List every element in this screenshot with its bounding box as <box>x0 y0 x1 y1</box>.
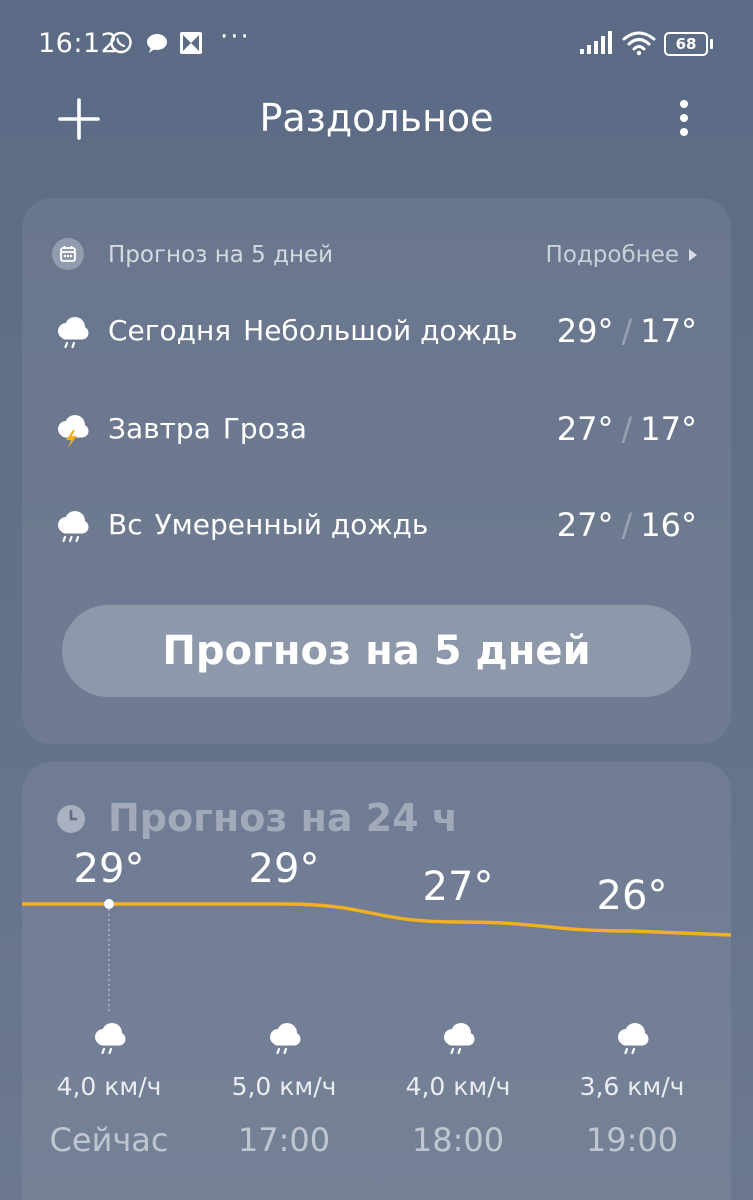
hour-wind-speed: 4,0 км/ч <box>405 1072 511 1101</box>
day-high-temp: 29° <box>556 312 614 350</box>
day-row-sunday[interactable]: Вс Умеренный дождь 27°/16° <box>22 496 731 556</box>
day-high-temp: 27° <box>556 410 614 448</box>
hour-wind-speed: 4,0 км/ч <box>56 1072 162 1101</box>
day-name: Сегодня <box>108 314 232 347</box>
current-temp-marker <box>104 899 114 909</box>
app-notification-icon <box>180 32 202 54</box>
day-low-temp: 16° <box>640 506 697 544</box>
hour-time: 19:00 <box>585 1121 679 1159</box>
details-link[interactable]: Подробнее <box>546 242 697 268</box>
day-condition: Небольшой дождь <box>243 314 518 347</box>
status-time: 16:12 <box>38 28 119 59</box>
hour-wind-speed: 3,6 км/ч <box>579 1072 685 1101</box>
hour-column-1900[interactable]: 3,6 км/ч 19:00 <box>547 1018 717 1159</box>
day-low-temp: 17° <box>640 410 697 448</box>
temp-separator: / <box>621 506 633 544</box>
day-high-temp: 27° <box>556 506 614 544</box>
battery-indicator: 68 <box>664 32 713 56</box>
hour-time: 18:00 <box>411 1121 505 1159</box>
day-name: Вс <box>108 508 143 541</box>
calendar-icon <box>52 238 84 270</box>
play-arrow-icon <box>689 249 697 261</box>
hour-temp-label: 26° <box>596 873 668 919</box>
more-notifications-indicator: ··· <box>220 22 251 52</box>
city-title: Раздольное <box>259 96 494 140</box>
wifi-icon <box>622 31 656 56</box>
hour-temp-label: 29° <box>73 846 145 892</box>
forecast-5day-title: Прогноз на 5 дней <box>108 242 334 268</box>
day-row-today[interactable]: Сегодня Небольшой дождь 29°/17° <box>22 302 731 362</box>
status-bar: 16:12 ··· 68 <box>0 0 753 88</box>
forecast-5day-button[interactable]: Прогноз на 5 дней <box>62 605 691 697</box>
rain-icon <box>612 1018 652 1058</box>
hour-wind-speed: 5,0 км/ч <box>231 1072 337 1101</box>
hour-column-now[interactable]: 4,0 км/ч Сейчас <box>24 1018 194 1159</box>
hour-column-1700[interactable]: 5,0 км/ч 17:00 <box>199 1018 369 1159</box>
details-link-label: Подробнее <box>545 242 679 268</box>
thunderstorm-icon <box>52 410 92 450</box>
more-options-button[interactable] <box>668 96 700 142</box>
hour-time: 17:00 <box>237 1121 331 1159</box>
day-low-temp: 17° <box>640 312 697 350</box>
day-condition: Гроза <box>222 412 307 445</box>
hour-time: Сейчас <box>49 1121 169 1159</box>
hour-temp-label: 27° <box>422 864 494 910</box>
forecast-24h-card: Прогноз на 24 ч 29° 29° 27° 26° 4,0 км/ч… <box>22 762 731 1200</box>
moderate-rain-icon <box>52 506 92 546</box>
battery-level: 68 <box>675 35 697 53</box>
forecast-5day-card: Прогноз на 5 дней Подробнее Сегодня Небол… <box>22 198 731 744</box>
hour-column-1800[interactable]: 4,0 км/ч 18:00 <box>373 1018 543 1159</box>
light-rain-icon <box>52 312 92 352</box>
rain-icon <box>89 1018 129 1058</box>
day-row-tomorrow[interactable]: Завтра Гроза 27°/17° <box>22 400 731 460</box>
vertical-dots-icon <box>680 100 688 136</box>
hour-temp-label: 29° <box>248 846 320 892</box>
chat-bubble-icon <box>147 34 167 53</box>
signal-strength-icon <box>580 31 612 54</box>
day-condition: Умеренный дождь <box>154 508 429 541</box>
temp-separator: / <box>621 410 633 448</box>
day-name: Завтра <box>108 412 211 445</box>
whatsapp-icon <box>110 31 132 54</box>
rain-icon <box>264 1018 304 1058</box>
app-header: Раздольное <box>0 88 753 148</box>
rain-icon <box>438 1018 478 1058</box>
temp-separator: / <box>621 312 633 350</box>
